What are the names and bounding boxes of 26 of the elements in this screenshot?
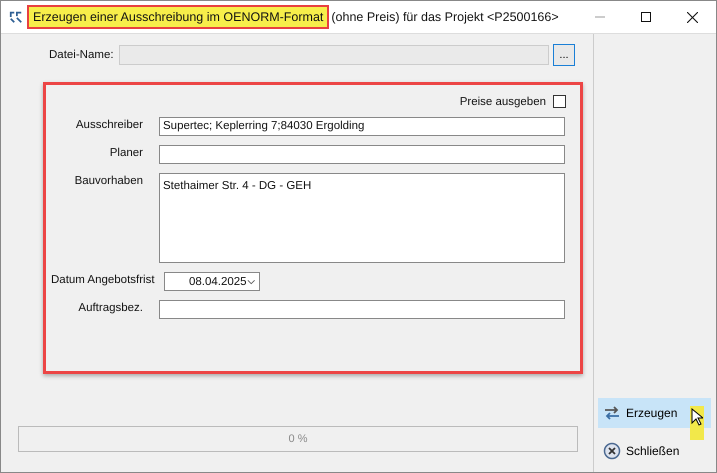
progress-text: 0 %	[288, 433, 308, 445]
app-icon	[9, 10, 23, 24]
cursor-icon	[691, 408, 703, 426]
field-label: Ausschreiber	[74, 119, 144, 131]
field-label: Auftragsbez.	[77, 302, 144, 314]
swap-arrows-icon	[603, 405, 621, 421]
date-picker[interactable]: 08.04.2025	[164, 272, 260, 291]
prices-checkbox[interactable]	[553, 95, 566, 108]
file-name-field[interactable]	[119, 45, 549, 65]
input-field[interactable]	[159, 300, 565, 319]
checkbox-label: Preise ausgeben	[460, 96, 546, 108]
input-field[interactable]: Supertec; Keplerring 7;84030 Ergolding	[159, 117, 565, 136]
dropdown-caret-icon	[246, 278, 255, 284]
browse-button[interactable]: ...	[553, 44, 575, 66]
create-button[interactable]: Erzeugen	[598, 398, 711, 428]
maximize-icon[interactable]	[641, 12, 651, 22]
file-name-label: Datei-Name:	[49, 49, 115, 61]
window-title: (ohne Preis) für das Projekt <P2500166>	[331, 10, 559, 24]
field-label: Bauvorhaben	[74, 175, 144, 187]
input-field[interactable]	[159, 145, 565, 164]
field-label: Planer	[108, 147, 144, 159]
text-area[interactable]: Stethaimer Str. 4 - DG - GEH	[159, 173, 565, 263]
field-label: Datum Angebotsfrist	[50, 274, 156, 286]
close-icon[interactable]	[687, 12, 698, 22]
window-title-highlighted: Erzeugen einer Ausschreibung im OENORM-Format	[29, 7, 328, 27]
close-circle-icon	[603, 442, 621, 460]
